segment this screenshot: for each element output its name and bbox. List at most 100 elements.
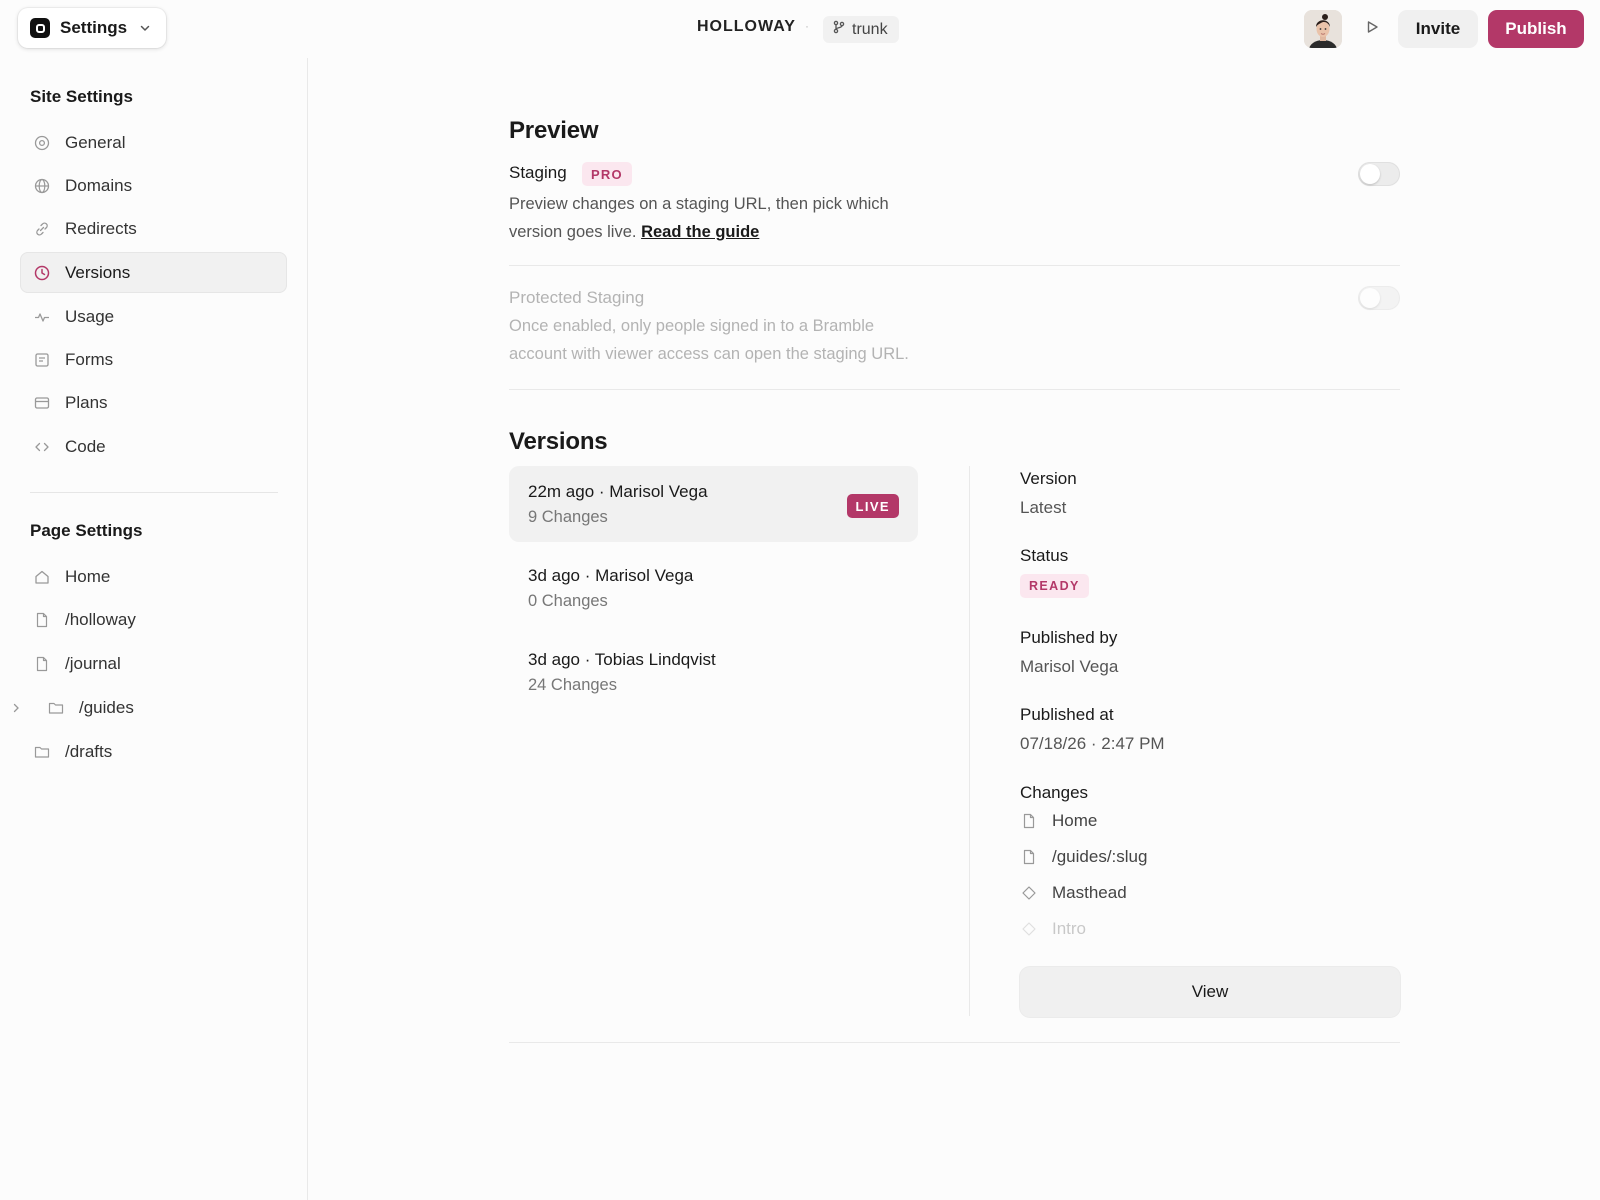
- settings-menu-button[interactable]: Settings: [18, 8, 166, 48]
- version-value: Latest: [1020, 498, 1067, 517]
- code-icon: [33, 438, 51, 456]
- protected-desc-line: Once enabled, only people signed in to a…: [509, 317, 875, 335]
- branch-name: trunk: [852, 20, 888, 38]
- activity-icon: [33, 308, 51, 326]
- pro-badge: PRO: [582, 162, 632, 186]
- app-logo-icon: [30, 18, 50, 38]
- page-icon: [1020, 848, 1038, 866]
- sidebar-item-general[interactable]: General: [20, 122, 287, 163]
- change-item: /guides/:slug: [1020, 845, 1147, 869]
- divider: [509, 389, 1400, 390]
- sidebar-item-usage[interactable]: Usage: [20, 296, 287, 337]
- view-version-button[interactable]: View: [1020, 967, 1400, 1017]
- folder-icon: [47, 699, 65, 717]
- protected-desc-line-2: account with viewer access can open the …: [509, 345, 909, 363]
- page-icon: [33, 611, 51, 629]
- publish-button[interactable]: Publish: [1488, 10, 1584, 48]
- change-label: /guides/:slug: [1052, 847, 1148, 866]
- version-changes: 0 Changes: [528, 592, 608, 610]
- sidebar-item-guides[interactable]: /guides: [13, 687, 287, 728]
- change-label: Home: [1052, 811, 1098, 830]
- folder-icon: [33, 743, 51, 761]
- sidebar-item-label: /drafts: [65, 741, 113, 761]
- staging-label: Staging: [509, 163, 567, 182]
- component-icon: [1020, 920, 1038, 938]
- site-settings-heading: Site Settings: [30, 87, 133, 106]
- preview-play-button[interactable]: [1362, 19, 1382, 39]
- sidebar-item-journal[interactable]: /journal: [20, 643, 287, 684]
- sidebar-item-label: /holloway: [65, 609, 136, 629]
- vertical-divider: [969, 466, 970, 1016]
- change-label: Intro: [1052, 919, 1087, 938]
- sidebar-item-drafts[interactable]: /drafts: [20, 731, 287, 772]
- sidebar-item-label: Domains: [65, 175, 133, 195]
- published-by-label: Published by: [1020, 628, 1118, 647]
- read-guide-link[interactable]: Read the guide: [641, 223, 759, 241]
- link-icon: [33, 220, 51, 238]
- sidebar-item-label: General: [65, 132, 126, 152]
- change-item: Intro: [1020, 917, 1086, 941]
- changes-label: Changes: [1020, 783, 1089, 802]
- home-icon: [33, 568, 51, 586]
- play-icon: [1365, 20, 1379, 39]
- protected-staging-toggle[interactable]: [1358, 286, 1400, 310]
- sidebar-item-domains[interactable]: Domains: [20, 165, 287, 206]
- version-label: Version: [1020, 469, 1077, 488]
- sidebar-item-label: Code: [65, 436, 106, 456]
- sidebar-item-plans[interactable]: Plans: [20, 382, 287, 423]
- published-at-label: Published at: [1020, 705, 1114, 724]
- sidebar-item-label: Home: [65, 566, 111, 586]
- branch-icon: [832, 20, 846, 39]
- sidebar-item-label: Usage: [65, 306, 115, 326]
- sidebar-item-forms[interactable]: Forms: [20, 339, 287, 380]
- version-title: 3d ago · Tobias Lindqvist: [528, 650, 716, 669]
- live-badge: LIVE: [846, 494, 899, 518]
- sidebar-item-versions[interactable]: Versions: [20, 252, 287, 293]
- sidebar: Site Settings General Domains Redirects …: [0, 58, 308, 1200]
- sidebar-item-home[interactable]: Home: [20, 556, 287, 597]
- change-item: Masthead: [1020, 881, 1127, 905]
- staging-toggle[interactable]: [1358, 162, 1400, 186]
- component-icon: [1020, 884, 1038, 902]
- sidebar-item-label: Versions: [65, 262, 131, 282]
- top-bar: Settings HOLLOWAY · trunk Invite Publish: [0, 0, 1600, 58]
- staging-desc-text: version goes live.: [509, 223, 637, 241]
- invite-button[interactable]: Invite: [1398, 10, 1478, 48]
- version-changes: 9 Changes: [528, 508, 608, 526]
- sidebar-item-label: Forms: [65, 349, 114, 369]
- card-icon: [33, 394, 51, 412]
- sidebar-item-code[interactable]: Code: [20, 426, 287, 467]
- toggle-knob: [1360, 288, 1380, 308]
- page-settings-heading: Page Settings: [30, 521, 143, 540]
- branch-selector[interactable]: trunk: [823, 16, 899, 43]
- page-icon: [33, 655, 51, 673]
- sidebar-item-label: Plans: [65, 392, 108, 412]
- sidebar-divider: [30, 492, 278, 493]
- page-icon: [1020, 812, 1038, 830]
- versions-heading: Versions: [509, 428, 608, 455]
- user-avatar[interactable]: [1304, 10, 1342, 48]
- clock-icon: [33, 264, 51, 282]
- settings-menu-label: Settings: [60, 18, 128, 37]
- sidebar-item-redirects[interactable]: Redirects: [20, 208, 287, 249]
- published-by-value: Marisol Vega: [1020, 657, 1119, 676]
- divider: [509, 265, 1400, 266]
- sidebar-item-holloway[interactable]: /holloway: [20, 599, 287, 640]
- toggle-knob: [1360, 164, 1380, 184]
- version-item[interactable]: 3d ago · Tobias Lindqvist 24 Changes: [509, 634, 918, 710]
- sidebar-item-label: /journal: [65, 653, 121, 673]
- version-title: 22m ago · Marisol Vega: [528, 482, 708, 501]
- status-label: Status: [1020, 546, 1069, 565]
- globe-icon: [33, 177, 51, 195]
- protected-staging-description: Once enabled, only people signed in to a…: [509, 312, 969, 368]
- preview-heading: Preview: [509, 117, 599, 144]
- version-item-live[interactable]: 22m ago · Marisol Vega 9 Changes LIVE: [509, 466, 918, 542]
- chevron-right-icon[interactable]: [10, 687, 22, 728]
- version-changes: 24 Changes: [528, 676, 617, 694]
- divider: [509, 1042, 1400, 1043]
- version-item[interactable]: 3d ago · Marisol Vega 0 Changes: [509, 550, 918, 626]
- header-separator: ·: [805, 19, 809, 33]
- protected-staging-label: Protected Staging: [509, 288, 645, 307]
- staging-desc-line: Preview changes on a staging URL, then p…: [509, 195, 889, 213]
- general-icon: [33, 134, 51, 152]
